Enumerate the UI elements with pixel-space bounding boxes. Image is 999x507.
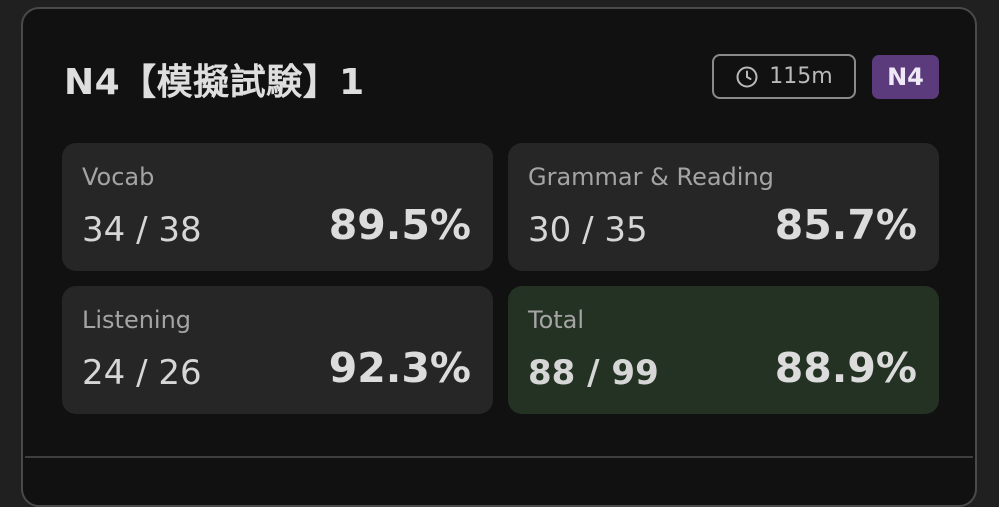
stat-percent: 89.5% xyxy=(328,201,471,249)
stat-label: Grammar & Reading xyxy=(528,163,774,191)
clock-icon xyxy=(736,66,758,87)
stat-score: 24 / 26 xyxy=(82,353,202,393)
stat-score: 88 / 99 xyxy=(528,353,659,393)
stat-percent: 88.9% xyxy=(774,344,917,392)
exam-title: N4【模擬試験】1 xyxy=(64,62,365,103)
stat-total: Total 88 / 99 88.9% xyxy=(508,286,939,414)
stat-listening: Listening 24 / 26 92.3% xyxy=(62,286,493,414)
exam-result-card: N4【模擬試験】1 115m N4 Vocab 34 / 38 89.5% Gr… xyxy=(21,7,977,507)
level-badge: N4 xyxy=(872,55,939,99)
divider xyxy=(25,456,973,458)
stat-label: Listening xyxy=(82,306,192,334)
stat-percent: 85.7% xyxy=(774,201,917,249)
stat-grammar-reading: Grammar & Reading 30 / 35 85.7% xyxy=(508,143,939,271)
stat-vocab: Vocab 34 / 38 89.5% xyxy=(62,143,493,271)
duration-text: 115m xyxy=(769,64,833,89)
stat-percent: 92.3% xyxy=(328,344,471,392)
stat-label: Vocab xyxy=(82,163,155,191)
stat-score: 34 / 38 xyxy=(82,210,202,250)
duration-chip: 115m xyxy=(712,54,856,99)
stat-label: Total xyxy=(528,306,585,334)
stat-score: 30 / 35 xyxy=(528,210,648,250)
